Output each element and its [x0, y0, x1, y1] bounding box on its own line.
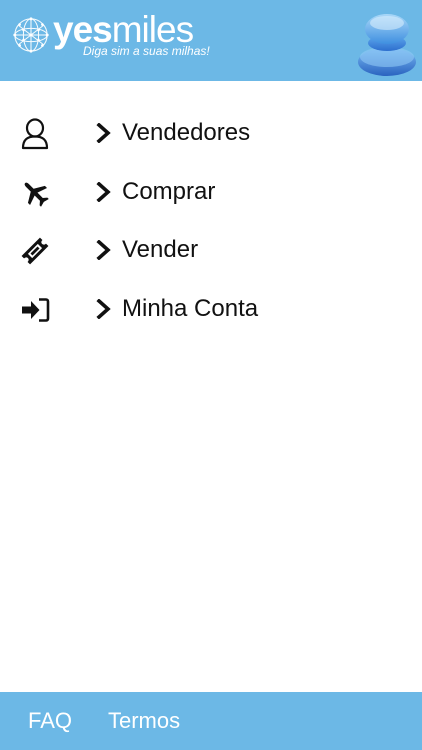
globe-icon	[13, 17, 49, 53]
faq-link[interactable]: FAQ	[28, 708, 72, 734]
chevron-right-icon	[96, 181, 111, 202]
menu-item-comprar[interactable]: Comprar	[0, 163, 422, 222]
menu-item-vendedores[interactable]: Vendedores	[0, 104, 422, 163]
menu-toggle-button[interactable]	[356, 10, 418, 78]
airplane-icon	[24, 182, 49, 207]
chevron-right-icon	[96, 240, 111, 260]
menu-item-minha-conta[interactable]: Minha Conta	[0, 280, 422, 339]
menu-item-label: Vendedores	[122, 119, 251, 146]
menu-item-label: Comprar	[122, 177, 216, 205]
app-footer: FAQ Termos	[0, 692, 422, 750]
yesmiles-logo: yesmiles Diga sim a suas milhas!	[12, 10, 227, 62]
blue-layered-disc-icon	[358, 14, 416, 76]
ticket-icon	[21, 237, 49, 265]
app-header: yesmiles Diga sim a suas milhas!	[0, 0, 422, 81]
terms-link[interactable]: Termos	[108, 708, 180, 734]
sign-in-icon	[22, 297, 50, 322]
user-outline-icon	[21, 118, 49, 150]
main-menu: Vendedores Comprar Vender Minha Conta	[0, 104, 422, 338]
app-screen: yesmiles Diga sim a suas milhas! Vendedo…	[0, 0, 422, 750]
menu-item-label: Minha Conta	[122, 294, 259, 322]
logo-tagline: Diga sim a suas milhas!	[83, 44, 210, 58]
chevron-right-icon	[96, 123, 111, 143]
menu-item-vender[interactable]: Vender	[0, 221, 422, 280]
menu-item-label: Vender	[122, 236, 199, 263]
chevron-right-icon	[96, 298, 111, 319]
